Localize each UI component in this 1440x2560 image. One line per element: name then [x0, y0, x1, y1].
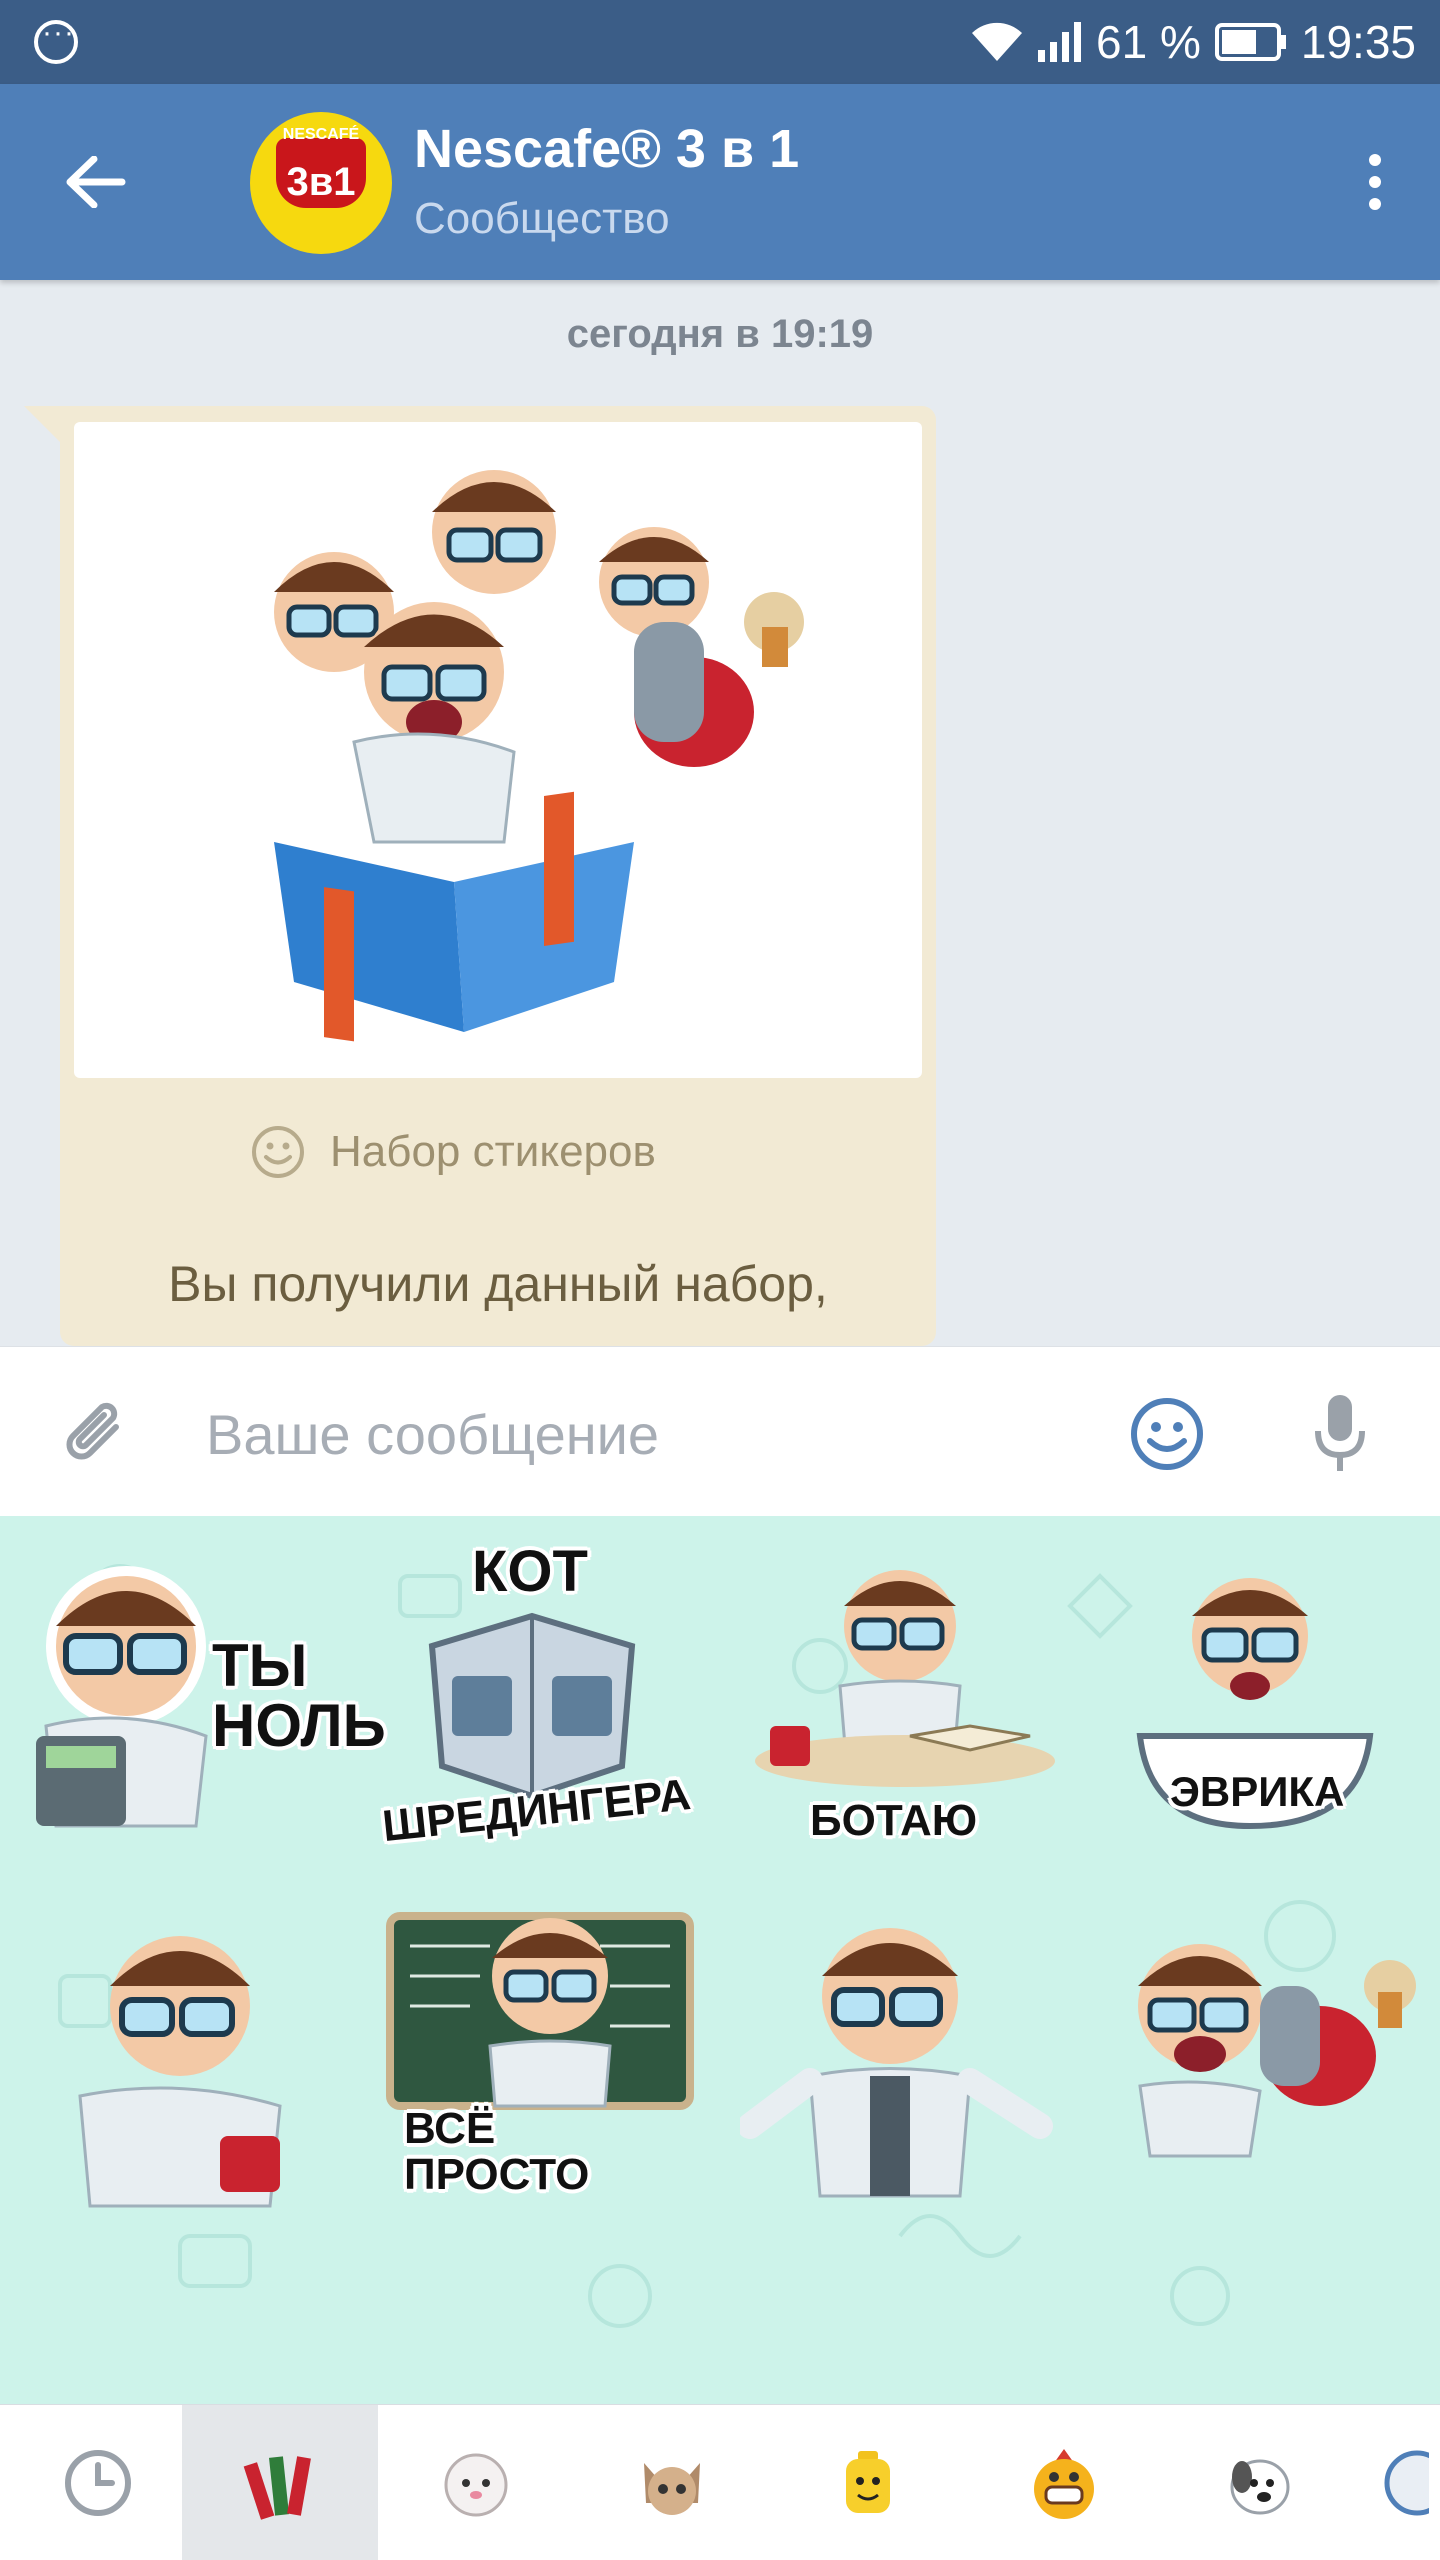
back-arrow-icon — [66, 156, 126, 208]
gift-box-scientists-image — [274, 470, 804, 1042]
message-composer — [0, 1346, 1440, 1516]
clock-icon — [65, 2450, 131, 2516]
scientist-robot-heart-image — [1138, 1944, 1416, 2158]
microphone-icon[interactable] — [1310, 1391, 1370, 1475]
notification-icon — [34, 16, 78, 64]
more-dot-icon — [1369, 198, 1381, 210]
sticker-kot-shredingera[interactable]: КОТ ШРЕДИНГЕРА — [372, 1536, 702, 1876]
attach-icon[interactable] — [60, 1397, 136, 1473]
app-bar: NESCAFÉ 3в1 Nescafe® 3 в 1 Сообщество — [0, 84, 1440, 280]
more-dot-icon — [1369, 154, 1381, 166]
scientist-shrug-image — [740, 1928, 1053, 2198]
message-text: Вы получили данный набор, — [168, 1256, 828, 1312]
avatar[interactable]: NESCAFÉ 3в1 — [250, 112, 392, 254]
sticker-set-preview[interactable] — [74, 422, 922, 1078]
avatar-brand: NESCAFÉ — [282, 126, 360, 143]
sticker-botayu[interactable]: БОТАЮ — [740, 1536, 1070, 1876]
sticker-shrug[interactable] — [740, 1896, 1070, 2236]
chat-subtitle: Сообщество — [414, 194, 670, 243]
status-bar: 61 % 19:35 — [0, 0, 1440, 84]
chat-title[interactable]: Nescafe® 3 в 1 — [414, 118, 799, 180]
more-options-button[interactable] — [1340, 142, 1410, 222]
tab-more-stickers[interactable] — [1358, 2405, 1440, 2560]
tab-nescafe-stickers[interactable] — [182, 2405, 378, 2560]
monster-sticker-icon — [1034, 2449, 1094, 2519]
signal-icon — [1038, 22, 1082, 62]
sticker-panel: ТЫ НОЛЬ КОТ ШРЕДИНГЕРА БОТАЮ ЭВРИКА ВСЁ … — [0, 1516, 1440, 2404]
cat-sticker-icon — [444, 2453, 508, 2517]
sticker-caption: ТЫ НОЛЬ — [212, 1632, 386, 1759]
sticker-evrika[interactable]: ЭВРИКА — [1100, 1536, 1430, 1876]
emoji-icon[interactable] — [1128, 1395, 1206, 1473]
status-indicators: 61 % 19:35 — [970, 14, 1416, 70]
nescafe-sticks-icon — [243, 2456, 311, 2520]
smile-icon — [252, 1126, 304, 1178]
wifi-icon — [970, 21, 1024, 63]
scientist-bathtub-image — [1136, 1578, 1374, 1830]
sticker-set-label-text: Набор стикеров — [330, 1127, 656, 1176]
cat-face-sticker-icon — [644, 2463, 700, 2515]
avatar-mark: 3в1 — [286, 160, 356, 204]
sticker-caption: ЭВРИКА — [1170, 1768, 1345, 1815]
sticker-ty-nol[interactable]: ТЫ НОЛЬ — [16, 1536, 386, 1876]
lego-head-icon — [846, 2451, 890, 2513]
sticker-robot-heart[interactable] — [1100, 1896, 1430, 2236]
sticker-set-label[interactable]: Набор стикеров — [250, 1124, 656, 1180]
message-input[interactable] — [206, 1389, 1086, 1479]
sticker-caption-top: КОТ — [472, 1539, 588, 1604]
tab-recent[interactable] — [0, 2405, 196, 2560]
battery-percent: 61 % — [1096, 16, 1201, 68]
sticker-tab-bar — [0, 2404, 1440, 2560]
battery-icon — [1214, 23, 1287, 61]
sticker-caption: ВСЁ ПРОСТО — [404, 2104, 590, 2200]
back-button[interactable] — [56, 142, 136, 222]
dog-sticker-icon — [1230, 2459, 1290, 2515]
more-dot-icon — [1369, 176, 1381, 188]
tab-cat-stickers[interactable] — [378, 2405, 574, 2560]
sticker-caption: БОТАЮ — [810, 1796, 978, 1845]
clock-time: 19:35 — [1300, 16, 1416, 68]
tab-monster-stickers[interactable] — [966, 2405, 1162, 2560]
tab-dog-stickers[interactable] — [1162, 2405, 1358, 2560]
date-divider: сегодня в 19:19 — [566, 312, 874, 356]
tab-lego-stickers[interactable] — [770, 2405, 966, 2560]
partial-sticker-icon — [1384, 2450, 1429, 2516]
tab-catface-stickers[interactable] — [574, 2405, 770, 2560]
sticker-coffee-sad[interactable] — [30, 1896, 360, 2236]
scientist-coffee-image — [78, 1936, 282, 2208]
sticker-vsyo-prosto[interactable]: ВСЁ ПРОСТО — [380, 1896, 710, 2236]
